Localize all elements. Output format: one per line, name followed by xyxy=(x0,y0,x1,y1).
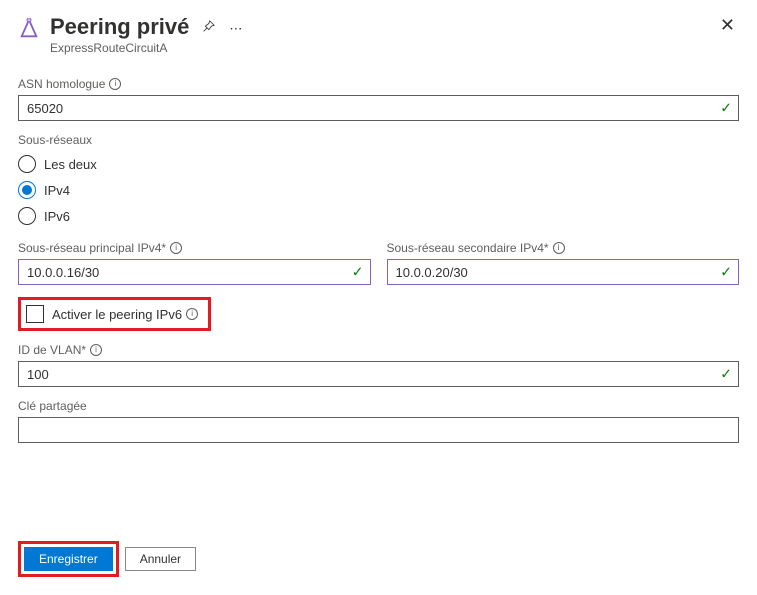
info-icon[interactable]: i xyxy=(170,242,182,254)
page-title: Peering privé xyxy=(50,14,189,40)
panel-header: Peering privé ExpressRouteCircuitA ⋯ ✕ xyxy=(18,14,739,55)
radio-ipv6[interactable]: IPv6 xyxy=(18,203,739,229)
enable-ipv6-peering-checkbox[interactable]: Activer le peering IPv6i xyxy=(18,297,211,331)
asn-input[interactable] xyxy=(18,95,739,121)
page-subtitle: ExpressRouteCircuitA xyxy=(50,41,189,55)
info-icon[interactable]: i xyxy=(109,78,121,90)
cancel-button[interactable]: Annuler xyxy=(125,547,196,571)
pin-icon[interactable] xyxy=(201,20,215,37)
info-icon[interactable]: i xyxy=(553,242,565,254)
save-button[interactable]: Enregistrer xyxy=(24,547,113,571)
checkbox-icon xyxy=(26,305,44,323)
shared-key-input[interactable] xyxy=(18,417,739,443)
radio-icon xyxy=(18,155,36,173)
asn-label: ASN homologuei xyxy=(18,77,739,91)
more-icon[interactable]: ⋯ xyxy=(229,21,242,37)
expressroute-icon xyxy=(18,18,40,40)
radio-icon xyxy=(18,207,36,225)
primary-subnet-input[interactable] xyxy=(18,259,371,285)
shared-key-label: Clé partagée xyxy=(18,399,739,413)
info-icon[interactable]: i xyxy=(90,344,102,356)
radio-icon xyxy=(18,181,36,199)
radio-ipv4[interactable]: IPv4 xyxy=(18,177,739,203)
secondary-subnet-label: Sous-réseau secondaire IPv4* i xyxy=(387,241,740,255)
footer-buttons: Enregistrer Annuler xyxy=(18,541,196,577)
close-button[interactable]: ✕ xyxy=(720,16,735,34)
subnets-label: Sous-réseaux xyxy=(18,133,739,147)
radio-both[interactable]: Les deux xyxy=(18,151,739,177)
vlan-label: ID de VLAN* i xyxy=(18,343,739,357)
vlan-input[interactable] xyxy=(18,361,739,387)
info-icon[interactable]: i xyxy=(186,308,198,320)
subnets-radio-group: Les deux IPv4 IPv6 xyxy=(18,151,739,229)
secondary-subnet-input[interactable] xyxy=(387,259,740,285)
primary-subnet-label: Sous-réseau principal IPv4* i xyxy=(18,241,371,255)
